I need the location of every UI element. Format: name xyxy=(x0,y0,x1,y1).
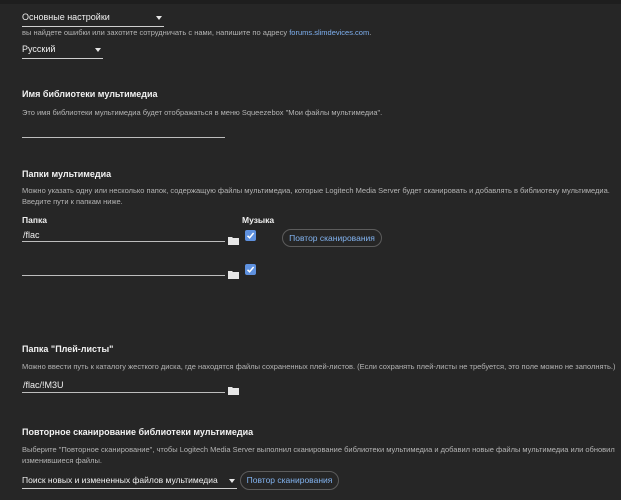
settings-page: Основные настройки вы найдете ошибки или… xyxy=(0,0,621,500)
playlists-desc: Можно ввести путь к каталогу жесткого ди… xyxy=(22,362,616,371)
music-checkbox[interactable] xyxy=(245,230,256,241)
library-name-desc: Это имя библиотеки мультимедиа будет ото… xyxy=(22,108,383,117)
top-bar xyxy=(0,0,621,4)
section-select[interactable]: Основные настройки xyxy=(22,12,164,27)
intro-text-body: вы найдете ошибки или захотите сотруднич… xyxy=(22,28,290,37)
music-checkbox[interactable] xyxy=(245,264,256,275)
media-folders-desc: Можно указать одну или несколько папок, … xyxy=(22,185,620,207)
checkmark-icon xyxy=(246,232,255,239)
checkmark-icon xyxy=(246,266,255,273)
playlists-browse-button[interactable] xyxy=(228,382,239,400)
folder-path-input[interactable] xyxy=(22,264,225,276)
chevron-down-icon xyxy=(156,16,162,20)
folder-path-input[interactable]: /flac xyxy=(22,230,225,242)
rescan-desc-line2: изменившиеся файлы. xyxy=(22,456,102,465)
folder-browse-button[interactable] xyxy=(228,232,239,250)
rescan-title: Повторное сканирование библиотеки мульти… xyxy=(22,427,254,437)
library-name-input[interactable] xyxy=(22,124,225,138)
chevron-down-icon xyxy=(229,479,235,483)
rescan-mode-label: Поиск новых и измененных файлов мультиме… xyxy=(22,475,218,485)
music-column-header: Музыка xyxy=(242,215,275,225)
rescan-desc-line1: Выберите "Повторное сканирование", чтобы… xyxy=(22,445,615,454)
rescan-desc: Выберите "Повторное сканирование", чтобы… xyxy=(22,444,620,466)
folder-browse-button[interactable] xyxy=(228,266,239,284)
folder-path-value: /flac xyxy=(23,230,40,240)
folder-icon xyxy=(228,387,239,395)
folder-icon xyxy=(228,237,239,245)
playlists-path-value: /flac/!M3U xyxy=(23,380,64,390)
library-name-title: Имя библиотеки мультимедиа xyxy=(22,89,158,99)
folder-icon xyxy=(228,271,239,279)
folder-column-header: Папка xyxy=(22,215,47,225)
media-folders-desc-line1: Можно указать одну или несколько папок, … xyxy=(22,186,610,195)
rescan-button[interactable]: Повтор сканирования xyxy=(240,471,339,490)
language-select-label: Русский xyxy=(22,44,56,54)
intro-text-tail: . xyxy=(369,28,372,37)
language-select[interactable]: Русский xyxy=(22,44,103,59)
intro-text: вы найдете ошибки или захотите сотруднич… xyxy=(22,27,612,38)
media-folders-title: Папки мультимедиа xyxy=(22,169,112,179)
playlists-path-input[interactable]: /flac/!M3U xyxy=(22,380,225,393)
rescan-mode-select[interactable]: Поиск новых и измененных файлов мультиме… xyxy=(22,475,237,489)
chevron-down-icon xyxy=(95,48,101,52)
section-select-label: Основные настройки xyxy=(22,12,110,22)
media-folders-desc-line2: Введите пути к папкам ниже. xyxy=(22,197,123,206)
rescan-folder-button[interactable]: Повтор сканирования xyxy=(282,229,382,247)
forums-link[interactable]: forums.slimdevices.com xyxy=(289,28,369,37)
playlists-title: Папка "Плей-листы" xyxy=(22,344,114,354)
